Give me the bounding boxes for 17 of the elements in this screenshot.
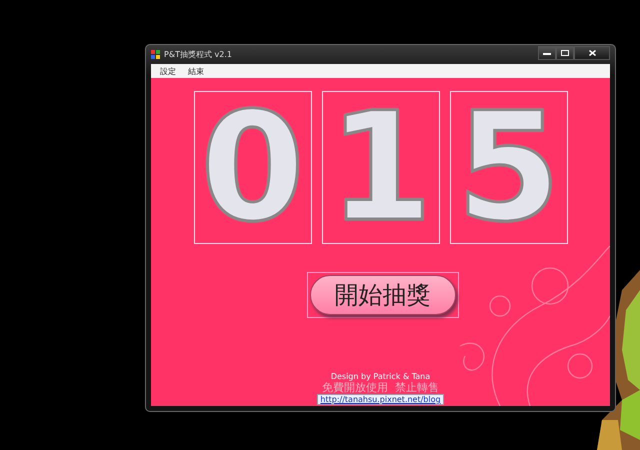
blog-link[interactable]: http://tanahsu.pixnet.net/blog — [317, 394, 444, 405]
usage-notice: 免費開放使用 禁止轉售 — [322, 380, 439, 394]
maximize-icon — [561, 50, 569, 56]
menu-item[interactable]: 設定 — [157, 66, 179, 76]
maximize-button[interactable] — [556, 46, 574, 60]
drawn-digit: 1 — [328, 92, 433, 242]
window-title: P&T抽獎程式 v2.1 — [164, 49, 233, 60]
drawn-digit: 0 — [200, 92, 305, 242]
drawn-digit: 5 — [456, 92, 561, 242]
minimize-icon — [543, 50, 551, 56]
start-draw-button[interactable]: 開始抽獎 — [310, 275, 456, 315]
design-credit: Design by Patrick & Tana — [330, 372, 430, 381]
close-button[interactable] — [574, 46, 610, 60]
menu-item[interactable]: 結束 — [185, 66, 207, 76]
minimize-button[interactable] — [538, 46, 556, 60]
app-icon — [151, 50, 160, 59]
close-icon — [588, 50, 596, 56]
